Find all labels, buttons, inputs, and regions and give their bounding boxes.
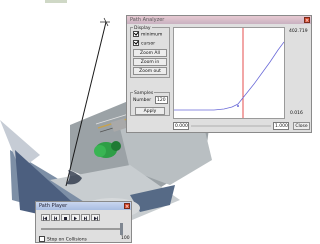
x-end-field[interactable]: 1.000	[273, 122, 289, 130]
step-forward-icon[interactable]	[81, 214, 90, 221]
path-player-title: Path Player	[39, 203, 68, 209]
path-player-window: Path Player × Stop on Collisions 100	[35, 201, 132, 243]
y-max-label: 402.719	[289, 29, 308, 34]
rewind-icon[interactable]	[41, 214, 50, 221]
stop-on-collisions-checkbox[interactable]: Stop on Collisions	[39, 235, 87, 244]
stop-on-collisions-label: Stop on Collisions	[47, 237, 87, 243]
path-player-titlebar[interactable]: Path Player	[36, 202, 131, 210]
minimum-label: minimum	[141, 32, 163, 38]
apply-button[interactable]: Apply	[135, 107, 165, 115]
position-value: 100	[121, 236, 130, 241]
analysis-plot-svg	[174, 28, 284, 118]
distance-curve	[174, 41, 284, 111]
path-analyzer-window: Path Analyzer × Display minimum cursor Z…	[126, 15, 312, 133]
cursor-checkbox[interactable]: cursor	[133, 39, 156, 48]
motor-end	[111, 141, 121, 151]
transport-controls	[41, 214, 101, 222]
motor-cap	[94, 145, 106, 157]
samples-group-label: Samples	[133, 91, 155, 97]
position-slider-track[interactable]	[41, 228, 121, 230]
x-range-slider[interactable]	[191, 125, 271, 127]
position-slider-thumb[interactable]	[120, 223, 123, 235]
x-start-field[interactable]: 0.000	[173, 122, 189, 130]
y-min-label: 0.016	[290, 111, 303, 116]
stop-icon[interactable]	[61, 214, 70, 221]
zoom-out-button[interactable]: Zoom out	[133, 67, 167, 75]
zoom-all-button[interactable]: Zoom All	[133, 49, 167, 57]
path-analyzer-titlebar[interactable]: Path Analyzer	[127, 16, 311, 24]
number-label: Number	[133, 98, 152, 103]
cursor-label: cursor	[141, 41, 156, 47]
number-field[interactable]: 120	[155, 96, 168, 104]
stop-on-collisions-box[interactable]	[39, 235, 45, 242]
minimum-checkbox[interactable]: minimum	[133, 30, 163, 39]
minimum-marker	[237, 105, 239, 107]
zoom-in-button[interactable]: Zoom in	[133, 58, 167, 66]
minimum-checkbox-box[interactable]	[133, 30, 139, 37]
path-analyzer-close-icon[interactable]: ×	[304, 17, 310, 24]
path-player-close-icon[interactable]: ×	[124, 203, 130, 210]
path-analyzer-title: Path Analyzer	[130, 17, 165, 23]
top-fragment	[45, 0, 67, 3]
close-button[interactable]: Close	[293, 122, 310, 130]
step-back-icon[interactable]	[51, 214, 60, 221]
play-icon[interactable]	[71, 214, 80, 221]
analysis-plot[interactable]	[173, 27, 285, 119]
fast-forward-icon[interactable]	[91, 214, 100, 221]
cursor-checkbox-box[interactable]	[133, 39, 139, 46]
